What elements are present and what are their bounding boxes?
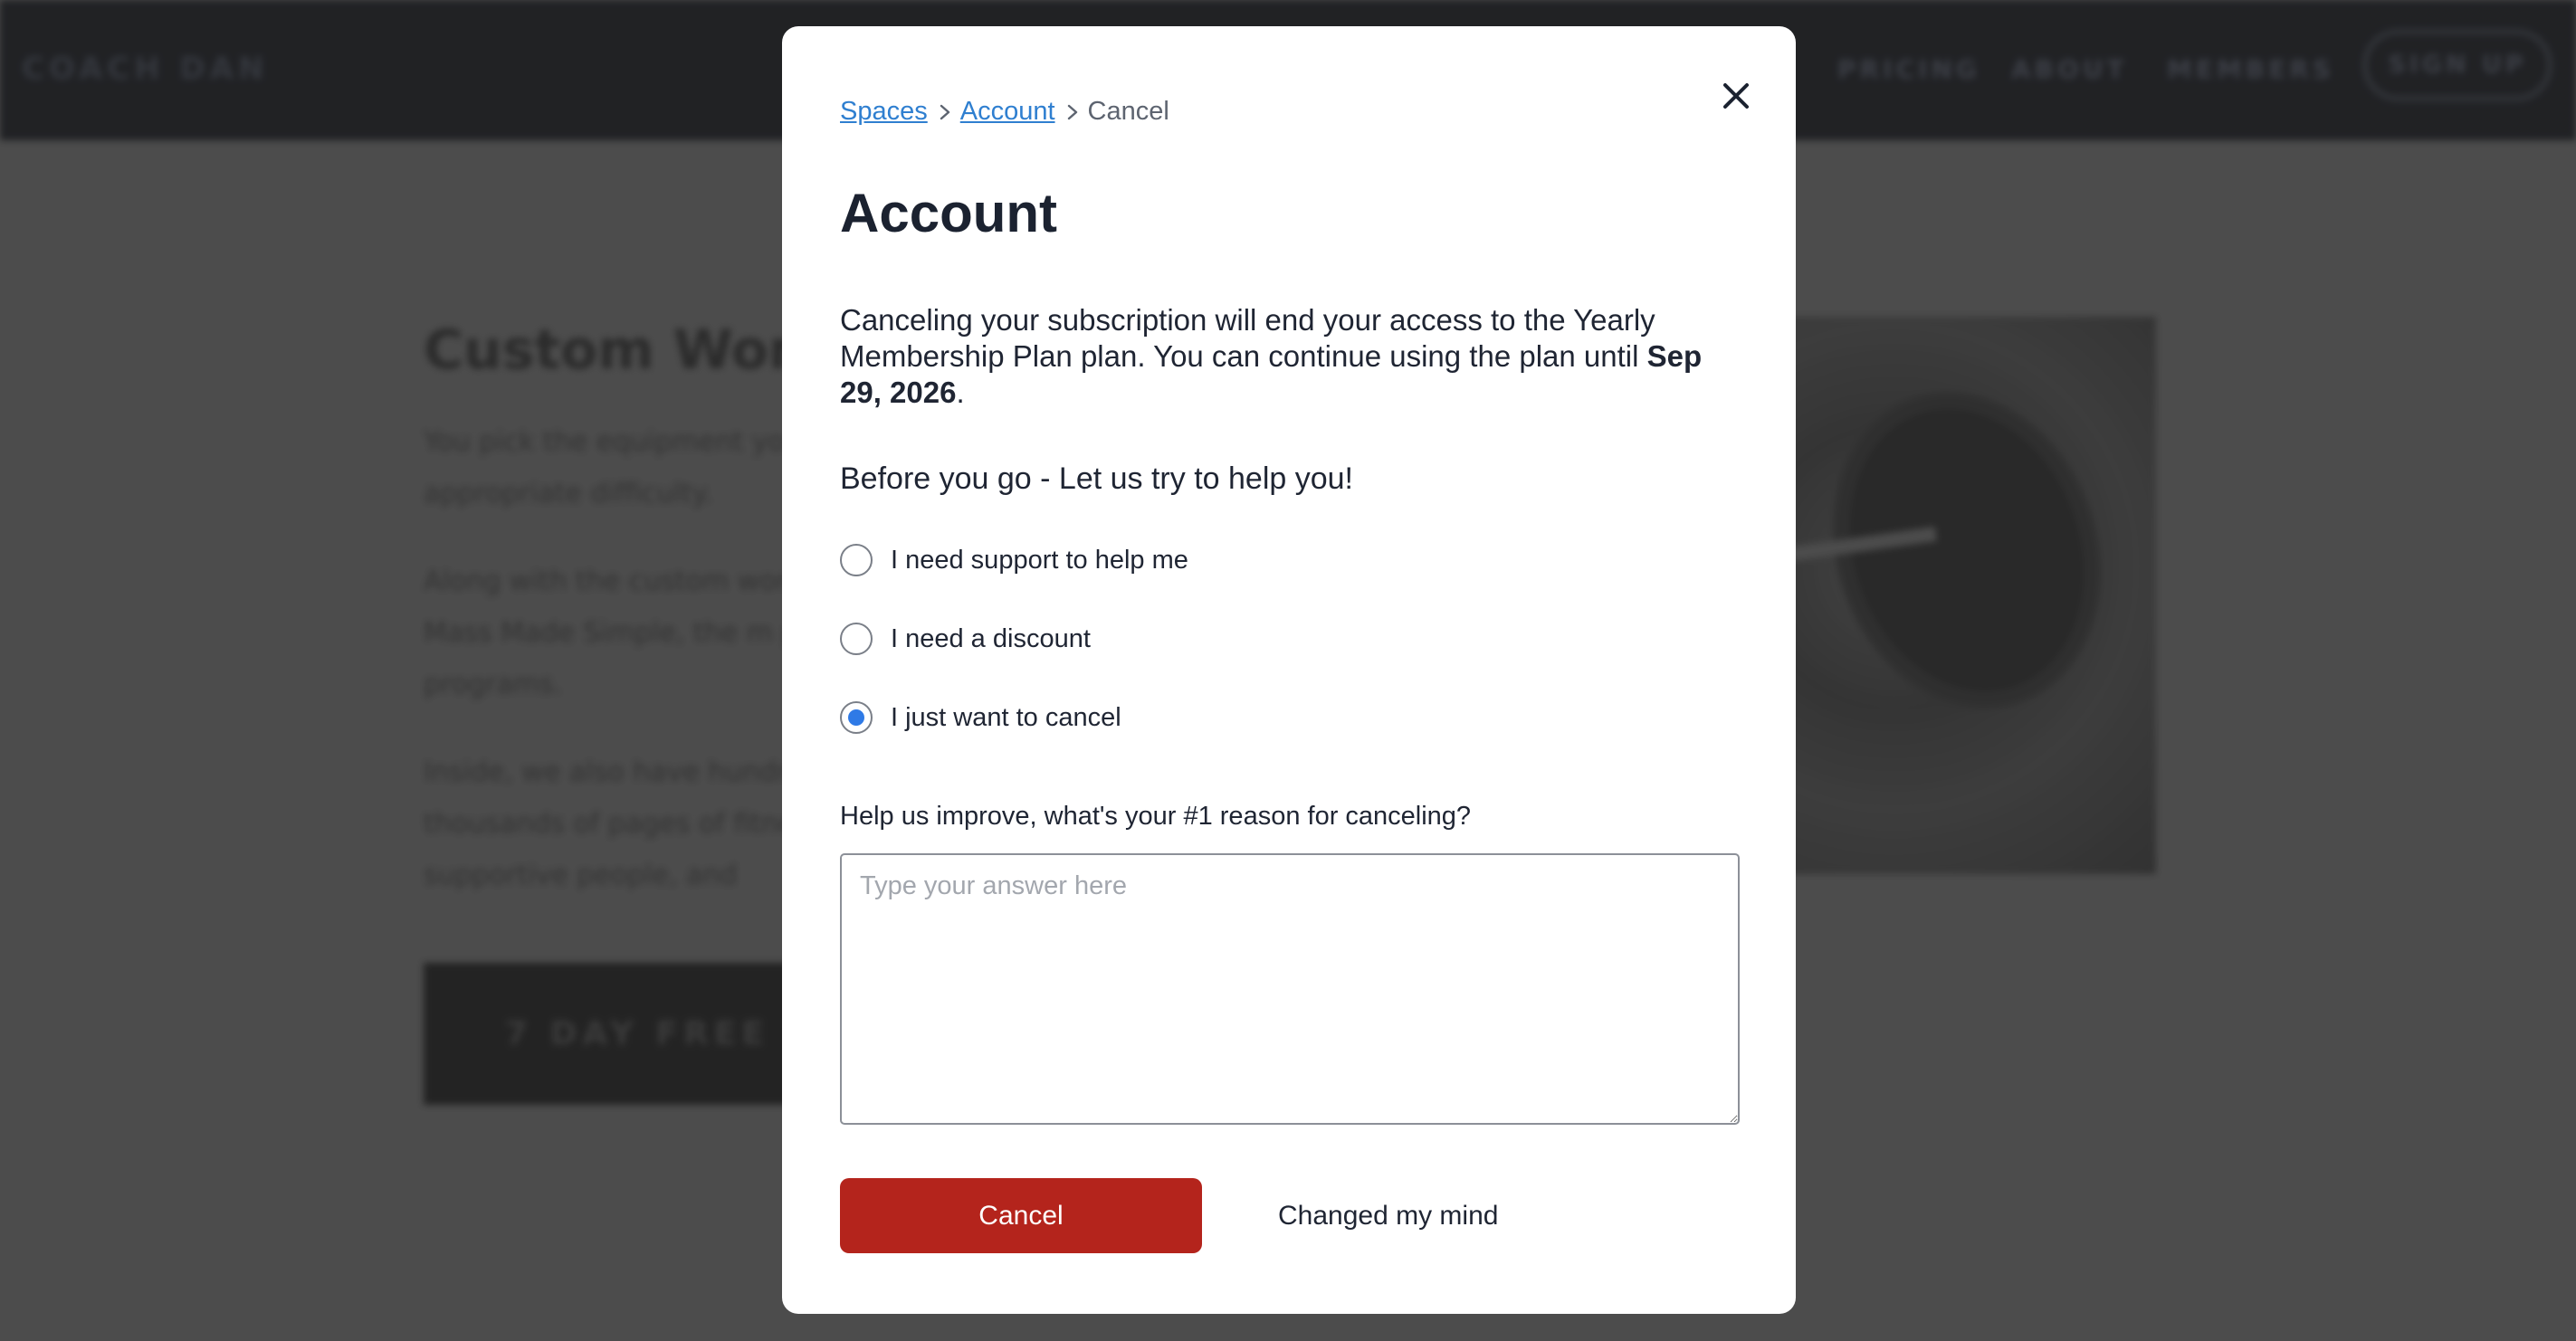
radio-button-selected[interactable] [840, 701, 873, 734]
cancel-subscription-dialog: Spaces Account Cancel Account Canceling … [782, 26, 1796, 1314]
breadcrumb: Spaces Account Cancel [840, 97, 1169, 127]
cancel-description: Canceling your subscription will end you… [840, 302, 1745, 411]
breadcrumb-spaces[interactable]: Spaces [840, 97, 928, 127]
confirm-cancel-button[interactable]: Cancel [840, 1178, 1202, 1253]
description-text: Canceling your subscription will end you… [840, 303, 1655, 373]
dialog-title: Account [840, 183, 1057, 243]
changed-my-mind-button[interactable]: Changed my mind [1242, 1178, 1513, 1253]
reason-textarea[interactable] [840, 853, 1740, 1125]
option-label: I need support to help me [891, 545, 1188, 575]
close-icon [1723, 83, 1749, 109]
chevron-right-icon [931, 99, 959, 126]
description-end: . [956, 376, 965, 409]
option-need-support[interactable]: I need support to help me [840, 544, 1188, 576]
radio-button[interactable] [840, 623, 873, 655]
reason-label: Help us improve, what's your #1 reason f… [840, 802, 1472, 831]
option-label: I need a discount [891, 623, 1091, 653]
chevron-right-icon [1059, 99, 1086, 126]
close-button[interactable] [1708, 68, 1764, 124]
option-need-discount[interactable]: I need a discount [840, 623, 1091, 655]
breadcrumb-current: Cancel [1087, 97, 1169, 126]
option-label: I just want to cancel [891, 702, 1121, 732]
radio-button[interactable] [840, 544, 873, 576]
option-just-cancel[interactable]: I just want to cancel [840, 701, 1121, 734]
breadcrumb-account[interactable]: Account [960, 97, 1055, 127]
retention-heading: Before you go - Let us try to help you! [840, 461, 1353, 496]
